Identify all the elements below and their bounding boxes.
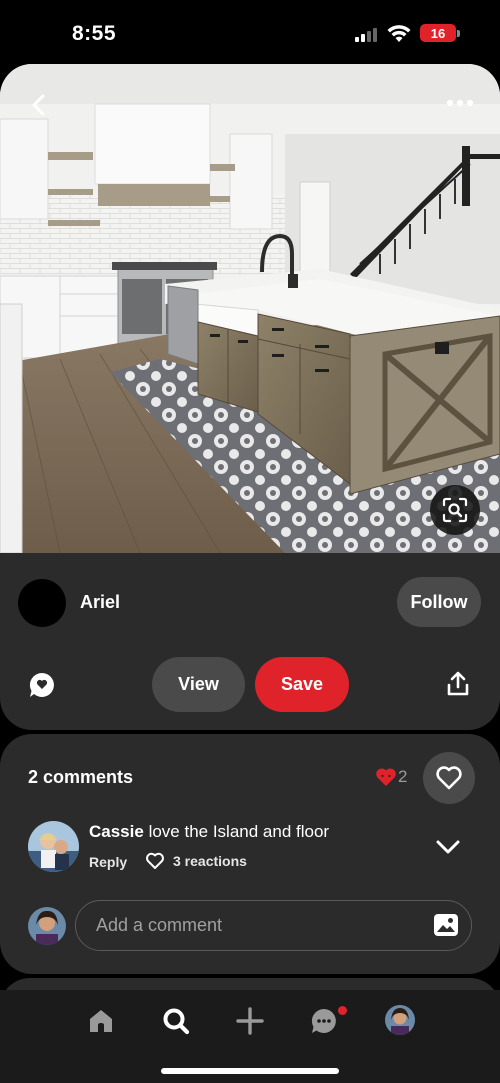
creator-name[interactable]: Ariel [80, 592, 120, 613]
comment-body: love the Island and floor [148, 822, 330, 841]
creator-avatar[interactable] [18, 579, 66, 627]
cellular-signal-icon [355, 28, 379, 42]
heart-outline-icon [436, 766, 462, 790]
battery-indicator: 16 [420, 24, 456, 42]
battery-cap [457, 30, 460, 37]
expand-comments-button[interactable] [433, 834, 463, 860]
lens-search-icon [442, 497, 468, 523]
commenter-avatar[interactable] [28, 821, 79, 872]
create-plus-icon [236, 1007, 264, 1035]
comment-input-container [75, 900, 472, 951]
pin-image[interactable] [0, 64, 500, 553]
nav-search[interactable] [156, 1004, 196, 1038]
comments-section: 2 comments 2 Cassie love the Island and … [0, 734, 500, 974]
messages-icon [311, 1008, 336, 1033]
comments-count-title: 2 comments [28, 767, 134, 787]
reactions-label: 3 reactions [173, 853, 247, 869]
comment-button[interactable] [26, 669, 58, 701]
bottom-navigation [0, 990, 500, 1083]
save-button[interactable]: Save [255, 657, 349, 712]
share-button[interactable] [442, 668, 474, 700]
nav-create[interactable] [230, 1004, 270, 1038]
chevron-left-icon [32, 94, 45, 116]
comment-bubble-icon [29, 672, 54, 697]
reply-button[interactable]: Reply [89, 854, 127, 870]
messages-notification-dot [338, 1006, 347, 1015]
comment-text: Cassie love the Island and floor [89, 822, 329, 842]
reaction-count: 2 [398, 767, 408, 786]
more-options-button[interactable] [442, 90, 478, 116]
react-button[interactable] [423, 752, 475, 804]
visual-search-button[interactable] [430, 485, 480, 535]
status-bar: 8:55 16 [0, 0, 500, 64]
image-icon [434, 914, 458, 936]
home-indicator [161, 1068, 339, 1074]
back-button[interactable] [22, 88, 56, 122]
follow-button[interactable]: Follow [397, 577, 481, 627]
comment-input[interactable] [96, 901, 416, 949]
share-upload-icon [447, 671, 469, 696]
nav-profile-avatar[interactable] [385, 1005, 415, 1035]
ellipsis-icon [446, 99, 474, 107]
home-icon [90, 1010, 112, 1032]
add-image-button[interactable] [432, 912, 460, 938]
nav-home[interactable] [81, 1004, 121, 1038]
search-icon [163, 1008, 190, 1035]
heart-outline-icon [146, 852, 164, 869]
comment-reactions[interactable]: 3 reactions [145, 852, 247, 870]
wifi-icon [387, 23, 411, 43]
pin-card: Ariel Follow View Save [0, 64, 500, 730]
heart-reaction-icon [375, 767, 397, 787]
comment-author[interactable]: Cassie [89, 822, 144, 841]
chevron-down-icon [436, 840, 460, 854]
status-time: 8:55 [72, 22, 117, 45]
current-user-avatar[interactable] [28, 907, 66, 945]
view-button[interactable]: View [152, 657, 245, 712]
